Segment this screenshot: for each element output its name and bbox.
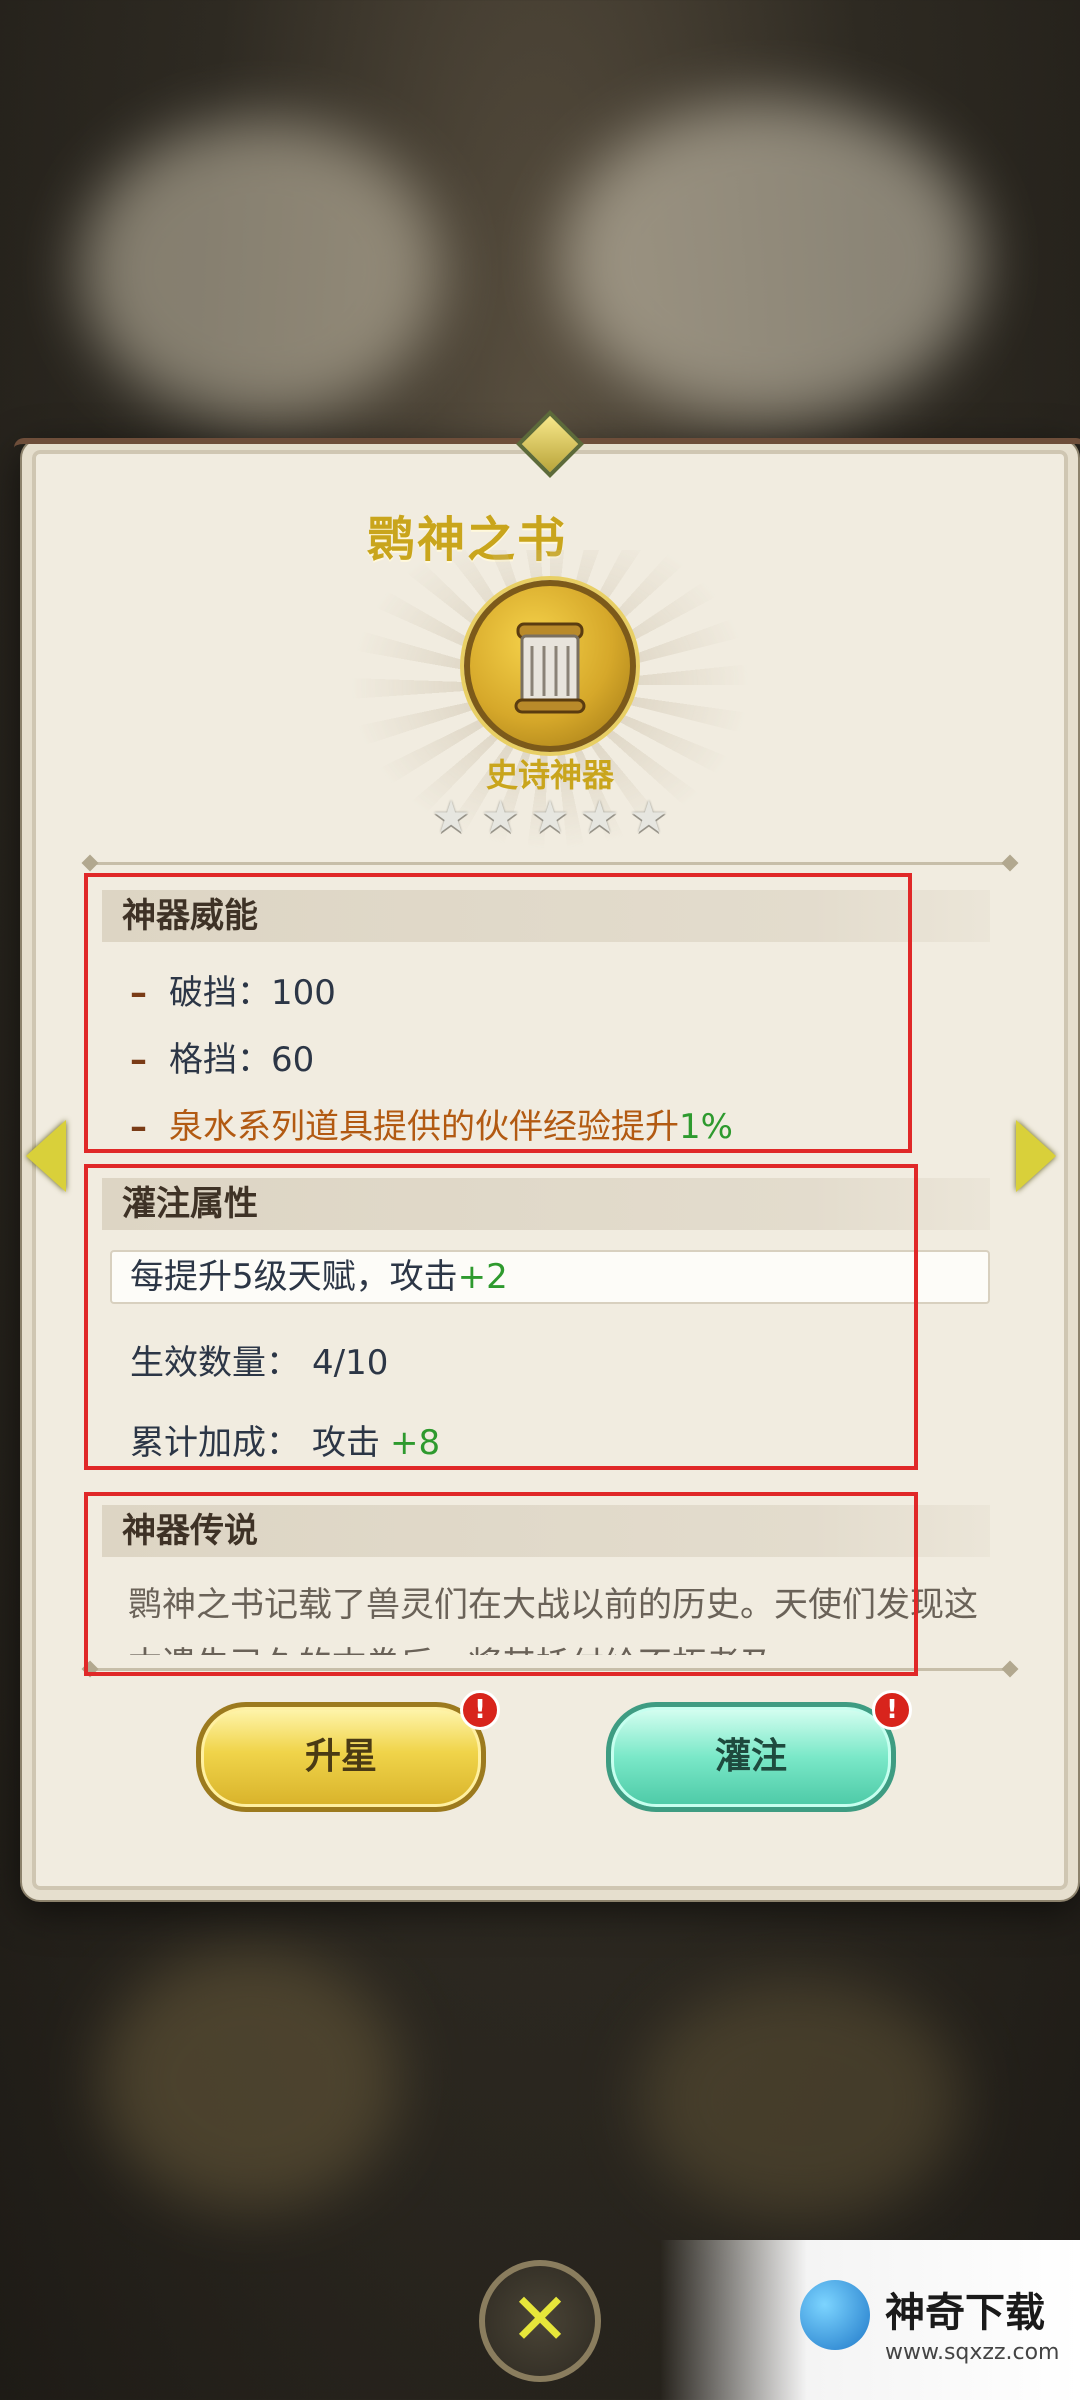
watermark-logo-icon bbox=[800, 2280, 870, 2350]
watermark-name: 神奇下载 bbox=[885, 2290, 1045, 2336]
star-icon: ★ bbox=[431, 792, 471, 843]
stat-value: 100 bbox=[271, 973, 336, 1013]
lore-text[interactable]: 鹮神之书记载了兽灵们在大战以前的历史。天使们发现这本遗失已久的古卷后，将其托付给… bbox=[128, 1575, 1008, 1655]
infusion-rule-bonus: +2 bbox=[457, 1257, 508, 1297]
star-icon: ★ bbox=[579, 792, 620, 843]
total-bonus-row: 累计加成： 攻击 +8 bbox=[130, 1415, 440, 1464]
bullet-dash: – bbox=[130, 973, 147, 1013]
stat-value: 1% bbox=[679, 1107, 733, 1147]
stat-label: 泉水系列道具提供的伙伴经验提升 bbox=[169, 1107, 679, 1147]
bullet-dash: – bbox=[130, 1107, 147, 1147]
stat-label: 格挡： bbox=[169, 1040, 271, 1080]
section-infusion-heading: 灌注属性 bbox=[102, 1178, 990, 1230]
alert-badge-icon: ! bbox=[872, 1690, 912, 1730]
infusion-rule-text: 每提升5级天赋，攻击 bbox=[130, 1257, 458, 1297]
previous-arrow-icon[interactable] bbox=[26, 1120, 66, 1192]
background-blur bbox=[80, 120, 440, 420]
effective-count-value: 4/10 bbox=[312, 1343, 389, 1383]
artifact-dialog: 鹮神之书 史诗神器 ★ ★ ★ ★ ★ 神器威能 – 破挡：100 – 格挡：60 … bbox=[14, 410, 1080, 1900]
section-power-heading: 神器威能 bbox=[102, 890, 990, 942]
star-icon: ★ bbox=[480, 792, 521, 843]
divider bbox=[92, 862, 1008, 865]
total-bonus-stat: 攻击 bbox=[312, 1423, 380, 1463]
stat-value: 60 bbox=[271, 1040, 315, 1080]
section-lore-heading: 神器传说 bbox=[102, 1505, 990, 1557]
next-arrow-icon[interactable] bbox=[1016, 1120, 1056, 1192]
total-bonus-label: 累计加成： bbox=[130, 1423, 300, 1463]
watermark-url: www.sqxzz.com bbox=[885, 2340, 1060, 2365]
background-blur bbox=[560, 100, 980, 420]
background-blur bbox=[640, 1980, 960, 2220]
effective-count-label: 生效数量： bbox=[130, 1343, 300, 1383]
stat-row: – 泉水系列道具提供的伙伴经验提升1% bbox=[130, 1099, 733, 1148]
star-rating: ★ ★ ★ ★ ★ bbox=[431, 796, 668, 840]
alert-badge-icon: ! bbox=[460, 1690, 500, 1730]
background-blur bbox=[100, 1950, 400, 2210]
top-gem-ornament bbox=[516, 410, 584, 478]
stat-row: – 格挡：60 bbox=[130, 1032, 314, 1081]
watermark: 神奇下载 www.sqxzz.com bbox=[660, 2240, 1080, 2400]
close-button[interactable]: ✕ bbox=[479, 2260, 601, 2382]
title-banner: 鹮神之书 bbox=[302, 470, 632, 568]
upgrade-star-button[interactable]: 升星 bbox=[196, 1702, 486, 1812]
rarity-label: 史诗神器 bbox=[485, 756, 614, 794]
star-icon: ★ bbox=[530, 792, 570, 843]
star-icon: ★ bbox=[629, 792, 669, 843]
bullet-dash: – bbox=[130, 1040, 147, 1080]
divider bbox=[92, 1668, 1008, 1671]
stat-label: 破挡： bbox=[169, 973, 271, 1013]
infusion-rule-box: 每提升5级天赋，攻击+2 bbox=[110, 1250, 990, 1304]
infuse-button[interactable]: 灌注 bbox=[606, 1702, 896, 1812]
effective-count-row: 生效数量： 4/10 bbox=[130, 1335, 388, 1384]
artifact-scroll-icon bbox=[464, 580, 636, 752]
stat-row: – 破挡：100 bbox=[130, 965, 336, 1014]
total-bonus-value: +8 bbox=[390, 1423, 441, 1463]
